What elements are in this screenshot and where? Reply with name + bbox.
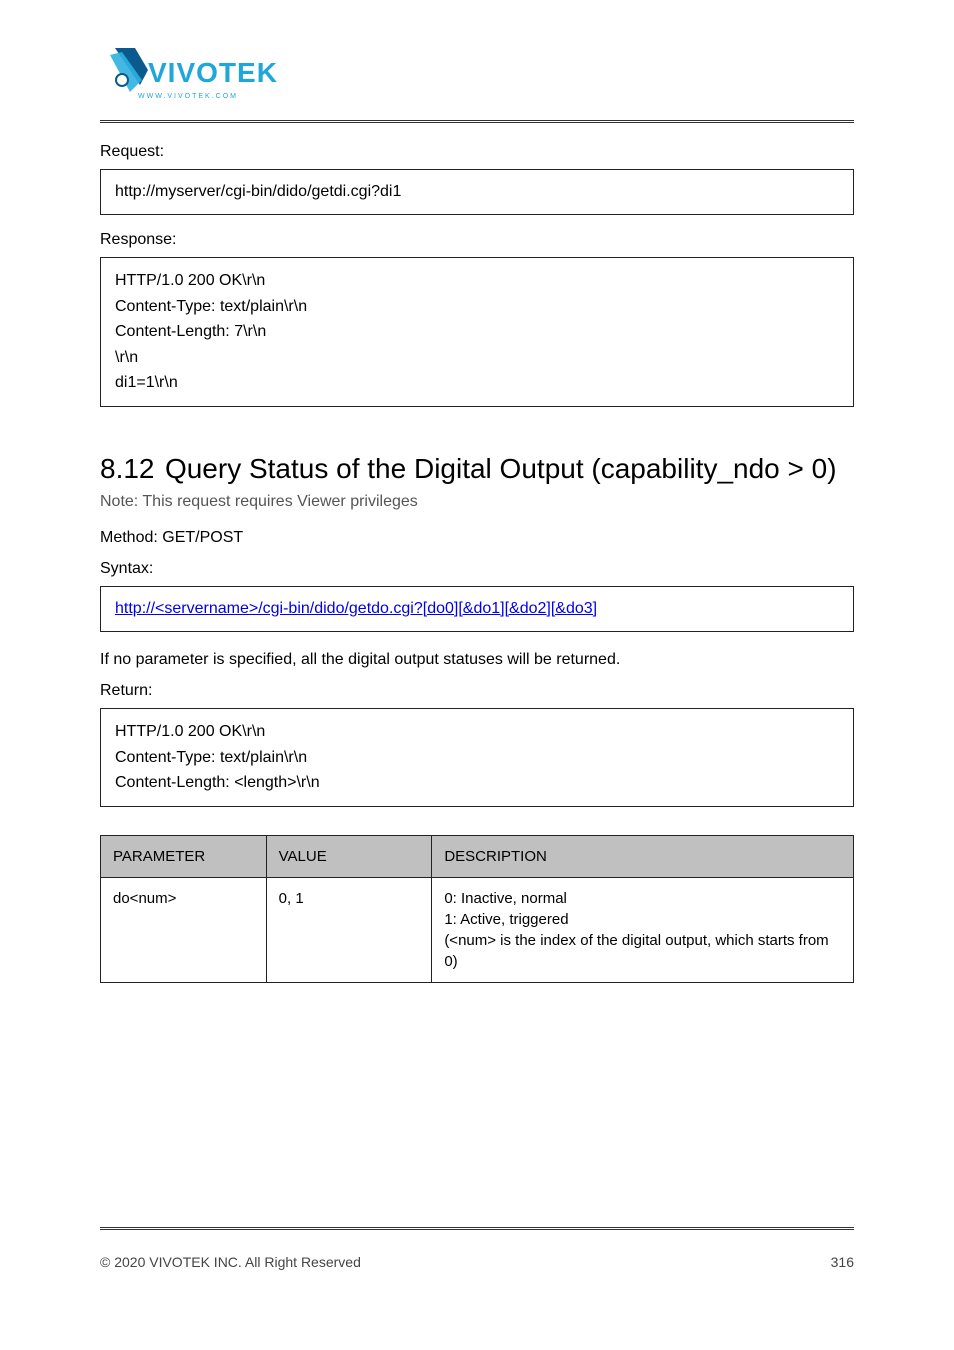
section2-number: 8.12 [100, 453, 155, 484]
request-box: http://myserver/cgi-bin/dido/getdi.cgi?d… [100, 169, 854, 215]
syntax-box-2: http://<servername>/cgi-bin/dido/getdo.c… [100, 586, 854, 632]
header-parameter: PARAMETER [101, 835, 267, 877]
copyright: © 2020 VIVOTEK INC. All Right Reserved [100, 1254, 361, 1270]
return-label-2: Return: [100, 682, 854, 700]
cell-param: do<num> [101, 877, 267, 982]
header-description: DESCRIPTION [432, 835, 854, 877]
request-label: Request: [100, 143, 854, 161]
table-row: do<num> 0, 1 0: Inactive, normal 1: Acti… [101, 877, 854, 982]
vivotek-logo: VIVOTEK WWW.VIVOTEK.COM [100, 40, 290, 110]
section2-title: Query Status of the Digital Output (capa… [165, 453, 837, 484]
table-header-row: PARAMETER VALUE DESCRIPTION [101, 835, 854, 877]
syntax-label-2: Syntax: [100, 560, 854, 578]
cell-value: 0, 1 [266, 877, 432, 982]
svg-text:WWW.VIVOTEK.COM: WWW.VIVOTEK.COM [138, 93, 238, 100]
header-divider [100, 120, 854, 123]
syntax2-url: http://<servername>/cgi-bin/dido/getdo.c… [115, 600, 597, 617]
syntax2-desc: If no parameter is specified, all the di… [100, 648, 854, 672]
cell-desc: 0: Inactive, normal 1: Active, triggered… [432, 877, 854, 982]
logo-svg: VIVOTEK WWW.VIVOTEK.COM [100, 40, 290, 110]
page-number: 316 [831, 1254, 854, 1270]
method-label-2: Method: GET/POST [100, 526, 854, 550]
svg-text:VIVOTEK: VIVOTEK [148, 57, 278, 88]
response-label: Response: [100, 231, 854, 249]
privilege-note-2: Note: This request requires Viewer privi… [100, 493, 854, 511]
response-box: HTTP/1.0 200 OK\r\n Content-Type: text/p… [100, 257, 854, 407]
footer-divider [100, 1227, 854, 1230]
return-box-2: HTTP/1.0 200 OK\r\n Content-Type: text/p… [100, 708, 854, 807]
header-value: VALUE [266, 835, 432, 877]
parameter-table: PARAMETER VALUE DESCRIPTION do<num> 0, 1… [100, 835, 854, 983]
request-url: http://myserver/cgi-bin/dido/getdi.cgi?d… [115, 183, 401, 200]
page-footer: © 2020 VIVOTEK INC. All Right Reserved 3… [100, 1254, 854, 1270]
